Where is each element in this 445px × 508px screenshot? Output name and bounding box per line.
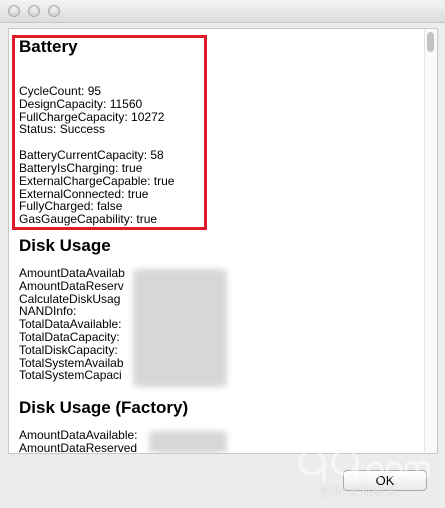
disk-usage-line: TotalDiskCapacity: <box>19 342 118 357</box>
disk-usage-line: TotalDataCapacity: <box>19 329 120 344</box>
minimize-icon[interactable] <box>28 5 40 17</box>
report-content[interactable]: Battery CycleCount: 95 DesignCapacity: 1… <box>8 28 438 454</box>
battery-heading: Battery <box>19 37 78 56</box>
battery-line: DesignCapacity: 11560 <box>19 96 143 111</box>
disk-usage-heading: Disk Usage <box>19 236 111 255</box>
watermark-text: 百度|手机频道 <box>320 487 398 497</box>
disk-usage-line: TotalSystemCapaci <box>19 368 122 383</box>
zoom-icon[interactable] <box>48 5 60 17</box>
disk-usage-factory-heading: Disk Usage (Factory) <box>19 398 189 417</box>
close-icon[interactable] <box>8 5 20 17</box>
report-window: Battery CycleCount: 95 DesignCapacity: 1… <box>0 0 445 508</box>
redacted-values <box>149 431 227 453</box>
watermark-logo-icon: 百度|手机频道 <box>290 440 440 500</box>
battery-line: CycleCount: 95 <box>19 84 102 98</box>
disk-usage-line: AmountDataAvailab <box>19 266 125 280</box>
battery-section: Battery CycleCount: 95 DesignCapacity: 1… <box>19 37 174 226</box>
disk-usage-line: AmountDataReserv <box>19 278 124 293</box>
vertical-scrollbar[interactable] <box>424 29 437 453</box>
disk-usage-section: Disk Usage AmountDataAvailab AmountDataR… <box>19 236 125 382</box>
battery-line: Status: Success <box>19 122 106 137</box>
redacted-values <box>133 269 227 387</box>
battery-line: GasGaugeCapability: true <box>19 212 158 227</box>
scrollbar-thumb[interactable] <box>427 32 434 52</box>
battery-line: ExternalChargeCapable: true <box>19 173 175 188</box>
title-bar <box>0 0 445 23</box>
battery-line: BatteryIsCharging: true <box>19 160 143 175</box>
